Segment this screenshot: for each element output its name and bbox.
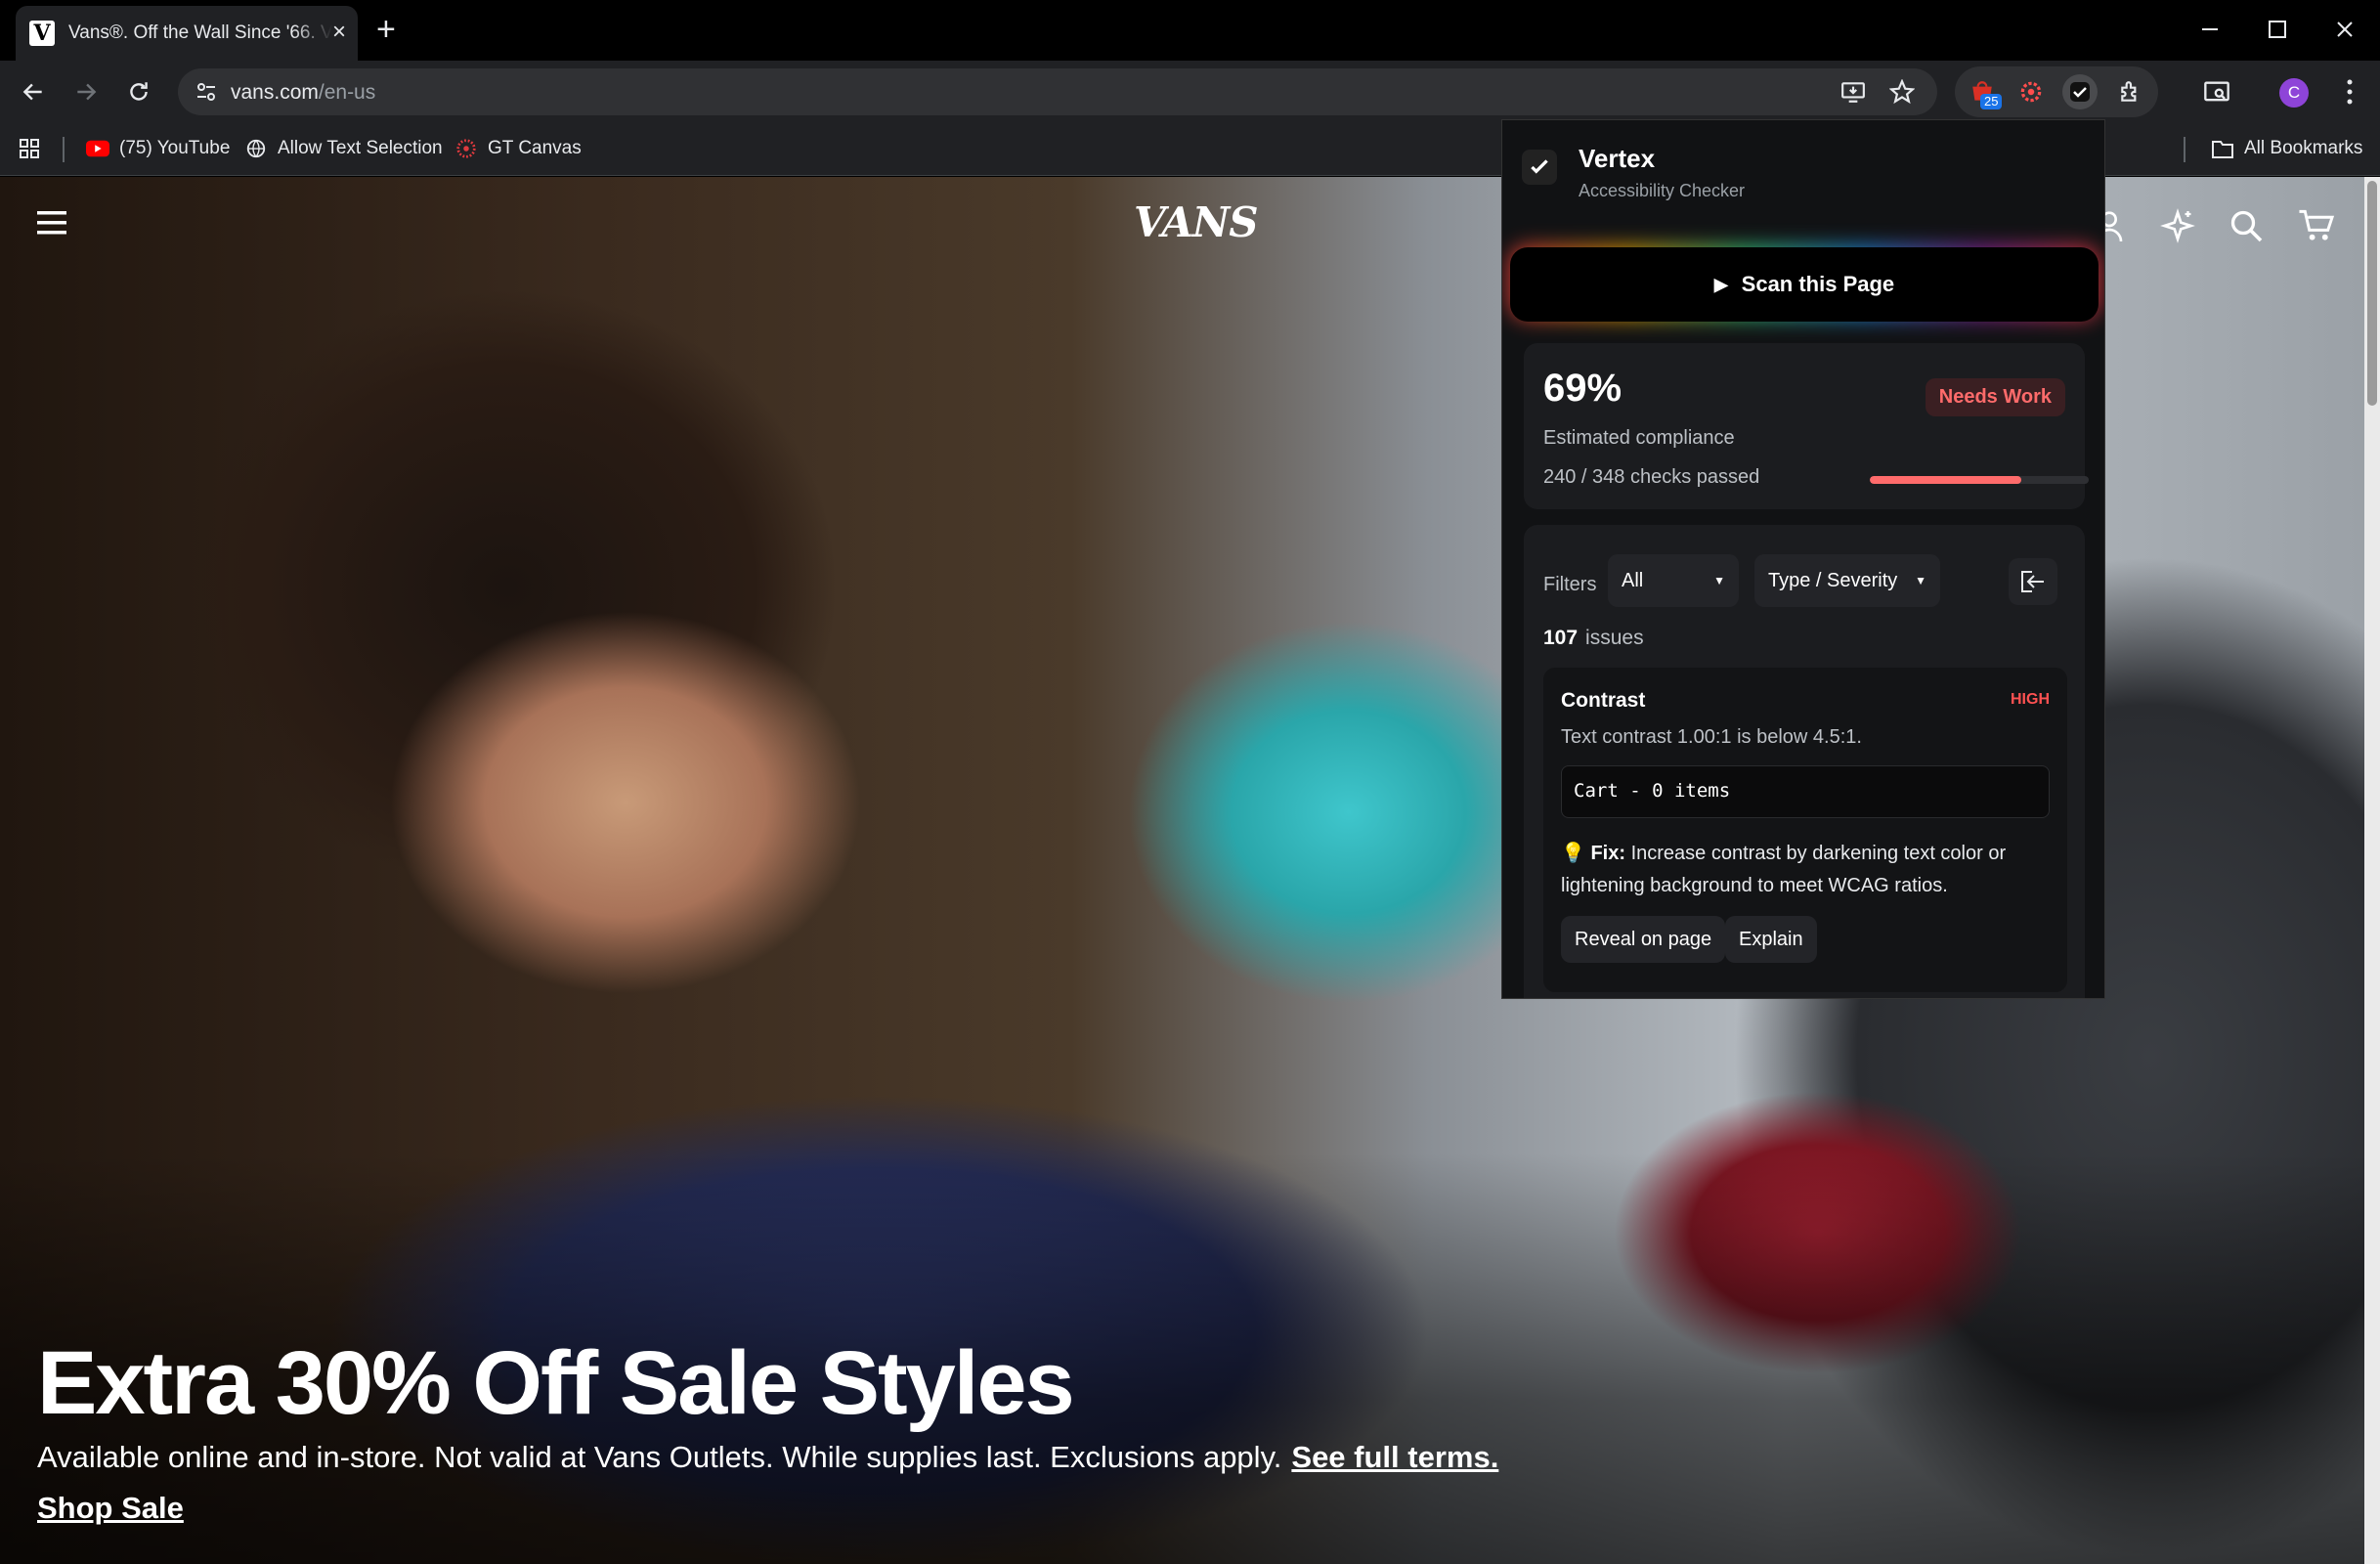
extension-gear-icon[interactable] [2013,74,2049,109]
scan-page-button[interactable]: ▶ Scan this Page [1510,247,2099,322]
compliance-progress-fill [1870,476,2021,484]
filter-type-value: All [1622,569,1644,591]
address-bar[interactable]: vans.com/en-us [178,68,1937,115]
sparkle-ai-icon[interactable] [2158,206,2197,245]
tab-close-icon[interactable]: × [332,20,346,45]
play-icon: ▶ [1713,274,1728,294]
vans-logo[interactable]: VANS [1134,198,1259,246]
all-bookmarks-label: All Bookmarks [2244,138,2363,158]
explain-button[interactable]: Explain [1725,916,1817,963]
apps-grid-icon[interactable] [18,137,41,160]
checks-passed: 240 / 348 checks passed [1543,466,1760,488]
reveal-on-page-button[interactable]: Reveal on page [1561,916,1726,963]
popup-title: Vertex [1579,144,1656,173]
install-app-icon[interactable] [1839,78,1867,106]
bookmarks-divider [63,137,65,162]
url-text[interactable]: vans.com/en-us [231,81,375,105]
back-icon[interactable] [18,76,49,108]
sort-value: Type / Severity [1768,569,1898,591]
cart-icon[interactable] [2297,206,2336,245]
hero-subtext: Available online and in-store. Not valid… [37,1440,1499,1474]
profile-avatar[interactable]: C [2279,78,2309,108]
vertex-popup: Vertex Accessibility Checker ▶ Scan this… [1501,119,2105,999]
scan-button-label: Scan this Page [1741,272,1895,296]
see-full-terms-link[interactable]: See full terms. [1291,1440,1498,1474]
minimize-icon[interactable] [2192,12,2228,47]
issue-item: Contrast HIGH Text contrast 1.00:1 is be… [1543,668,2067,992]
youtube-icon [86,137,109,160]
folder-icon [2211,137,2234,160]
issues-count: 107 issues [1543,627,1644,649]
tab-title: Vans®. Off the Wall Since '66. Vans [68,22,332,43]
bookmark-label: Allow Text Selection [278,138,443,158]
hero-headline: Extra 30% Off Sale Styles [37,1333,1075,1433]
shop-sale-link[interactable]: Shop Sale [37,1491,184,1526]
page-scrollbar[interactable] [2364,177,2380,1564]
bookmark-gt-canvas[interactable]: GT Canvas [454,137,582,160]
forward-icon[interactable] [70,76,102,108]
canvas-icon [454,137,478,160]
bookmark-youtube[interactable]: (75) YouTube [86,137,230,160]
caret-down-icon: ▼ [1915,574,1926,587]
new-tab-button[interactable]: + [376,12,396,47]
scrollbar-thumb[interactable] [2367,181,2377,406]
compliance-progress-bar [1870,476,2089,484]
browser-tab[interactable]: V Vans®. Off the Wall Since '66. Vans × [16,6,358,61]
bookmark-label: (75) YouTube [119,138,231,158]
extension-badge: 25 [1980,94,2003,109]
bookmarks-divider [2184,137,2185,162]
caret-down-icon: ▼ [1713,574,1725,587]
tab-strip: V Vans®. Off the Wall Since '66. Vans × … [0,0,2380,61]
issue-fix: 💡 Fix: Increase contrast by darkening te… [1561,843,2007,896]
all-bookmarks-button[interactable]: All Bookmarks [2211,137,2362,160]
compliance-percentage: 69% [1543,367,1623,410]
extensions-puzzle-icon[interactable] [2113,74,2148,109]
extensions-group: 25 [1955,66,2158,117]
site-info-icon[interactable] [192,78,221,106]
issue-description: Text contrast 1.00:1 is below 4.5:1. [1561,726,1862,748]
issue-code-snippet: Cart - 0 items [1561,765,2050,818]
compliance-score-card: 69% Estimated compliance 240 / 348 check… [1524,343,2089,509]
status-badge: Needs Work [1925,378,2065,416]
lightbulb-icon: 💡 [1561,843,1585,864]
severity-badge: HIGH [2011,691,2050,708]
search-icon[interactable] [2227,206,2266,245]
close-window-icon[interactable] [2327,12,2362,47]
issues-panel: Filters All ▼ Type / Severity ▼ 107 issue… [1524,525,2085,998]
maximize-icon[interactable] [2260,12,2295,47]
hamburger-menu-icon[interactable] [37,208,76,241]
filter-type-dropdown[interactable]: All ▼ [1608,554,1739,607]
issue-title: Contrast [1561,689,1646,712]
extension-red-icon[interactable]: 25 [1965,74,2003,109]
compliance-label: Estimated compliance [1543,427,1735,449]
export-icon[interactable] [2009,558,2057,605]
filters-label: Filters [1543,574,1597,595]
globe-icon [244,137,268,160]
reload-icon[interactable] [123,76,154,108]
browser-toolbar: vans.com/en-us 25 [0,61,2380,123]
sort-dropdown[interactable]: Type / Severity ▼ [1754,554,1940,607]
vertex-logo-check-icon [1522,150,1557,185]
tab-search-icon[interactable] [2201,76,2232,108]
vertex-extension-icon[interactable] [2062,74,2098,109]
popup-subtitle: Accessibility Checker [1579,181,1746,200]
bookmark-star-icon[interactable] [1888,78,1916,106]
bookmark-allow-text-selection[interactable]: Allow Text Selection [244,137,443,160]
vans-favicon-icon: V [29,21,55,46]
browser-menu-icon[interactable] [2334,76,2365,108]
bookmark-label: GT Canvas [488,138,582,158]
